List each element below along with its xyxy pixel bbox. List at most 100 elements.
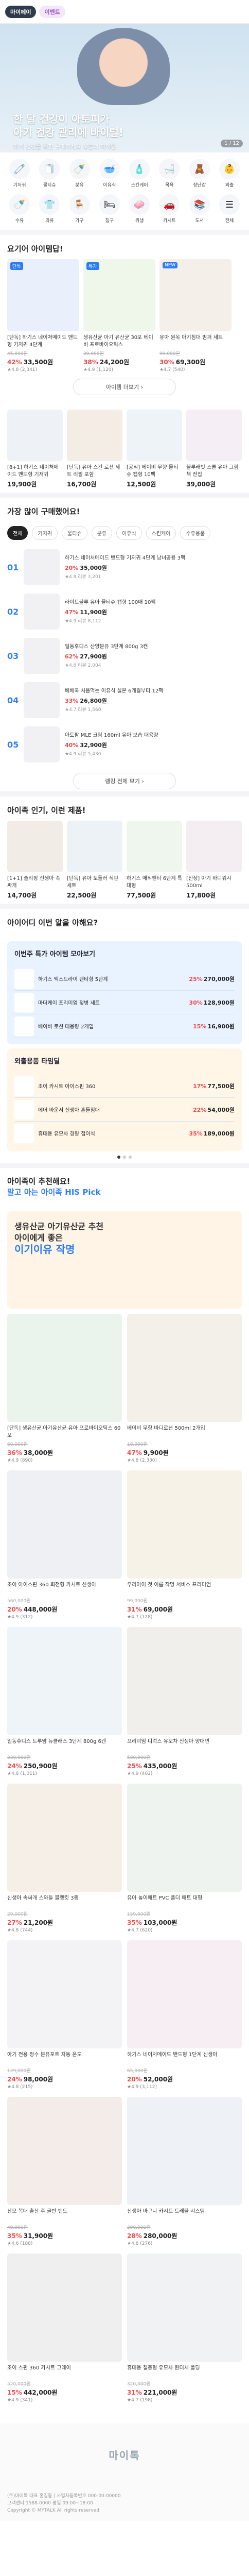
category-item[interactable]: 🛏 침구 — [97, 194, 122, 224]
product-image[interactable] — [186, 821, 242, 872]
category-item[interactable]: 👕 의류 — [37, 194, 62, 224]
category-item[interactable]: 🍼 분유 — [67, 159, 92, 188]
category-item[interactable]: 🛁 목욕 — [157, 159, 182, 188]
product-image[interactable] — [67, 410, 122, 461]
product-image[interactable] — [127, 2097, 242, 2205]
product-image[interactable] — [186, 410, 242, 461]
ranking-tab[interactable]: 수유용품 — [180, 526, 211, 540]
product-card[interactable]: 신생아 바구니 카시트 트래블 시스템 390,000원 28% 280,000원 ★4… — [127, 2097, 242, 2246]
product-card[interactable]: [단독] 유아 토들러 식판 세트 22,500원 — [67, 821, 122, 900]
ranking-row[interactable]: 02 라이트블루 유아 물티슈 캡형 100매 10팩 47% 11,900원 ★4.9… — [0, 589, 249, 634]
product-card[interactable]: 조이 스핀 360 카시트 그레이 520,000원 15% 442,000원 ★4.9… — [7, 2253, 122, 2403]
product-card[interactable]: [단독] 유아 스킨 로션 세트 리필 포함 16,700원 — [67, 410, 122, 488]
tab-event[interactable]: 이벤트 — [39, 5, 65, 18]
ranking-tab[interactable]: 기저귀 — [32, 526, 58, 540]
category-item[interactable]: 🥣 이유식 — [97, 159, 122, 188]
product-image[interactable]: 특가 — [83, 259, 155, 331]
product-image[interactable] — [7, 410, 63, 461]
product-image[interactable] — [7, 1940, 122, 2048]
category-item[interactable]: 🍼 수유 — [7, 194, 32, 224]
category-item[interactable]: 🧴 스킨케어 — [127, 159, 152, 188]
deal-item[interactable]: 조이 카시트 아이스핀 360 17% 77,500원 — [14, 1074, 235, 1098]
product-image[interactable] — [7, 1627, 122, 1735]
more-items-button[interactable]: 아이템 더보기 › — [73, 379, 176, 395]
ranking-row[interactable]: 01 하기스 네이처메이드 밴드형 기저귀 4단계 남녀공용 3팩 20% 35,00… — [0, 545, 249, 589]
product-card[interactable]: 휴대용 절충형 유모차 원터치 폴딩 320,000원 31% 221,000원 ★4.… — [127, 2253, 242, 2403]
product-card[interactable]: [단독] 생유산균 아기유산균 유아 프로바이오틱스 60포 60,000원 36%… — [7, 1314, 122, 1463]
carousel-dot[interactable] — [123, 1156, 126, 1159]
carousel-dot[interactable] — [129, 1156, 132, 1159]
deal-item[interactable]: 에어 바운서 신생아 흔들침대 22% 54,000원 — [14, 1098, 235, 1122]
product-image[interactable] — [24, 549, 60, 585]
product-image[interactable]: NEW — [159, 259, 232, 331]
deal-banner-1[interactable]: 이번주 특가 아이템 모아보기 하기스 맥스드라이 팬티형 5단계 25% 270,… — [7, 941, 242, 1044]
product-image[interactable] — [7, 821, 63, 872]
category-item[interactable]: 🧷 기저귀 — [7, 159, 32, 188]
ranking-tab[interactable]: 분유 — [91, 526, 113, 540]
product-card[interactable]: 블루래빗 스쿨 유아 그림책 전집 39,000원 — [186, 410, 242, 488]
product-image[interactable] — [127, 2253, 242, 2362]
feature-banner[interactable]: 생유산균 아기유산균 추천 아이에게 좋은 이기이유 작명 — [7, 1211, 242, 1309]
hero-banner[interactable]: 한 달 건강이 아토피가 아기 건강 관리에 바이럴! 아기 건강을 위한 구매… — [0, 24, 249, 152]
tab-mypage[interactable]: 마이페이 — [5, 5, 37, 18]
ranking-more-button[interactable]: 랭킹 전체 보기 › — [73, 773, 176, 789]
product-card[interactable]: 조이 아이스핀 360 회전형 카시트 신생아 560,000원 20% 448,00… — [7, 1470, 122, 1620]
product-card[interactable]: NEW 유아 원목 아기침대 범퍼 세트 99,000원 30% 69,300원 ★4.7… — [159, 259, 232, 372]
ranking-tab[interactable]: 전체 — [7, 526, 28, 540]
product-card[interactable]: 유아 놀이매트 PVC 폴더 매트 대형 159,000원 35% 103,000원 ★… — [127, 1784, 242, 1933]
product-card[interactable]: 단독 [단독] 하기스 네이처메이드 밴드형 기저귀 4단계 45,000원 42% 3… — [7, 259, 79, 372]
product-image[interactable]: 단독 — [7, 259, 79, 331]
carousel-dot[interactable] — [117, 1156, 120, 1159]
product-card[interactable]: [8+1] 하기스 네이처메이드 밴드형 기저귀 19,900원 — [7, 410, 63, 488]
product-image[interactable] — [127, 1470, 242, 1579]
product-card[interactable]: [신상] 아기 바디워시 500ml 17,800원 — [186, 821, 242, 900]
product-card[interactable]: 일동후디스 트루맘 뉴클래스 3단계 800g 6캔 330,000원 24% 250… — [7, 1627, 122, 1776]
deal-banner-2[interactable]: 외출용품 타임딜 조이 카시트 아이스핀 360 17% 77,500원 에어 바운서… — [7, 1048, 242, 1151]
product-image[interactable] — [127, 410, 182, 461]
product-image[interactable] — [7, 1314, 122, 1422]
product-card[interactable]: 하기스 매직팬티 6단계 특대형 77,500원 — [127, 821, 182, 900]
category-item[interactable]: 🧸 장난감 — [187, 159, 212, 188]
product-image[interactable] — [127, 821, 182, 872]
product-image[interactable] — [7, 1784, 122, 1892]
product-card[interactable]: 하기스 네이처메이드 밴드형 1단계 신생아 65,000원 20% 52,000원 ★… — [127, 1940, 242, 2090]
deal-item[interactable]: 하기스 맥스드라이 팬티형 5단계 25% 270,000원 — [14, 967, 235, 991]
product-card[interactable]: 산모 복대 출산 후 골반 밴드 49,000원 35% 31,900원 ★4.6 (1… — [7, 2097, 122, 2246]
product-image[interactable] — [24, 594, 60, 630]
product-card[interactable]: [1+1] 슬리핑 신생아 속싸개 14,700원 — [7, 821, 63, 900]
product-image[interactable] — [67, 821, 122, 872]
product-image[interactable] — [7, 2097, 122, 2205]
ranking-row[interactable]: 05 아토팜 MLE 크림 160ml 유아 보습 대용량 40% 32,900원 ★4… — [0, 722, 249, 767]
product-image[interactable] — [24, 682, 60, 718]
deal-item[interactable]: 마더케이 프리미엄 젖병 세트 30% 128,900원 — [14, 991, 235, 1014]
product-image[interactable] — [24, 638, 60, 674]
category-item[interactable]: 🧼 위생 — [127, 194, 152, 224]
product-image[interactable] — [127, 1314, 242, 1422]
category-item[interactable]: 🚗 카시트 — [157, 194, 182, 224]
ranking-tab[interactable]: 스킨케어 — [146, 526, 176, 540]
ranking-row[interactable]: 03 일동후디스 산양분유 3단계 800g 3캔 62% 27,900원 ★4.8 리… — [0, 634, 249, 678]
category-item[interactable]: 📚 도서 — [187, 194, 212, 224]
product-card[interactable]: 프리미엄 디럭스 유모차 신생아 양대면 580,000원 25% 435,000원 ★… — [127, 1627, 242, 1776]
ranking-tab[interactable]: 이유식 — [116, 526, 142, 540]
ranking-tab[interactable]: 물티슈 — [62, 526, 87, 540]
product-image[interactable] — [127, 1784, 242, 1892]
product-card[interactable]: 베이비 무향 바디로션 500ml 2개입 18,000원 47% 9,900원 ★4.… — [127, 1314, 242, 1463]
deal-item[interactable]: 휴대용 유모차 경량 접이식 35% 189,000원 — [14, 1122, 235, 1145]
product-card[interactable]: 신생아 속싸개 스와들 블랭킷 3종 29,000원 27% 21,200원 ★4.8 … — [7, 1784, 122, 1933]
product-card[interactable]: 아기 전용 정수 분유포트 자동 온도 129,000원 24% 98,000원 ★4.… — [7, 1940, 122, 2090]
ranking-row[interactable]: 04 베베쿡 처음먹는 이유식 실온 6개월부터 12팩 33% 26,800원 ★4.… — [0, 678, 249, 722]
product-card[interactable]: [공식] 베이비 무향 물티슈 캡형 10팩 12,500원 — [127, 410, 182, 488]
product-card[interactable]: 특가 생유산균 아기 유산균 30포 베이비 프로바이오틱스 39,000원 38% 2… — [83, 259, 155, 372]
category-item[interactable]: 🧻 물티슈 — [37, 159, 62, 188]
product-image[interactable] — [127, 1627, 242, 1735]
product-card[interactable]: 우리아이 첫 이름 작명 서비스 프리미엄 99,000원 31% 69,000원 ★4… — [127, 1470, 242, 1620]
category-item[interactable]: 🪑 가구 — [67, 194, 92, 224]
product-image[interactable] — [7, 2253, 122, 2362]
category-item[interactable]: ☰ 전체 — [217, 194, 242, 224]
deal-item[interactable]: 베이비 로션 대용량 2개입 15% 16,900원 — [14, 1014, 235, 1038]
product-image[interactable] — [7, 1470, 122, 1579]
featured-carousel[interactable]: 단독 [단독] 하기스 네이처메이드 밴드형 기저귀 4단계 45,000원 42% 3… — [7, 259, 242, 372]
product-image[interactable] — [127, 1940, 242, 2048]
product-image[interactable] — [24, 726, 60, 762]
